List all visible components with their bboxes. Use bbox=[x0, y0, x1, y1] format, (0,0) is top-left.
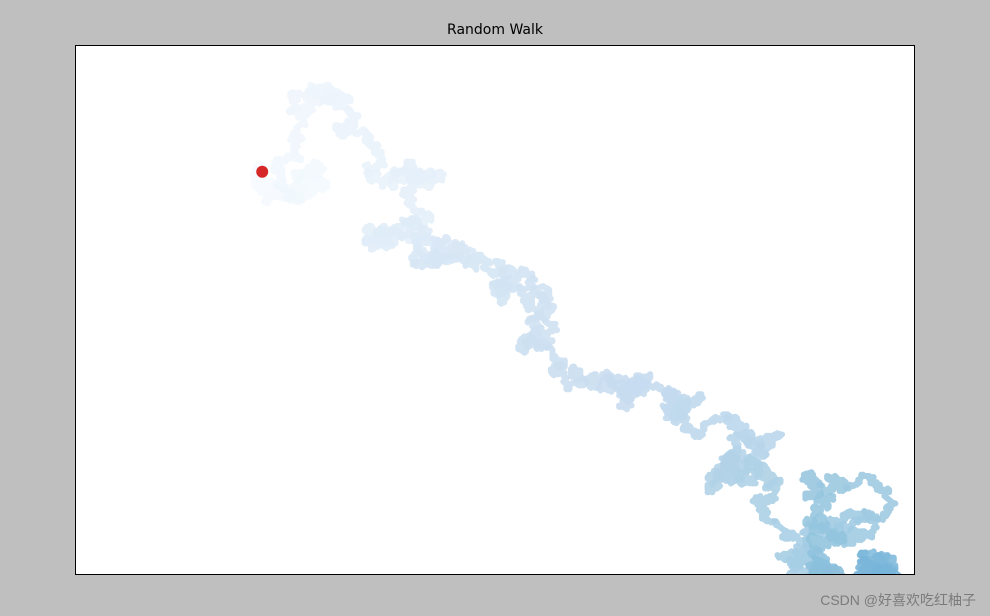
chart-axes bbox=[75, 45, 915, 575]
start-point-marker bbox=[256, 166, 268, 178]
random-walk-plot bbox=[76, 46, 914, 574]
figure-background: Random Walk CSDN @好喜欢吃红柚子 bbox=[0, 0, 990, 616]
watermark-text: CSDN @好喜欢吃红柚子 bbox=[820, 590, 976, 610]
chart-title: Random Walk bbox=[0, 22, 990, 38]
